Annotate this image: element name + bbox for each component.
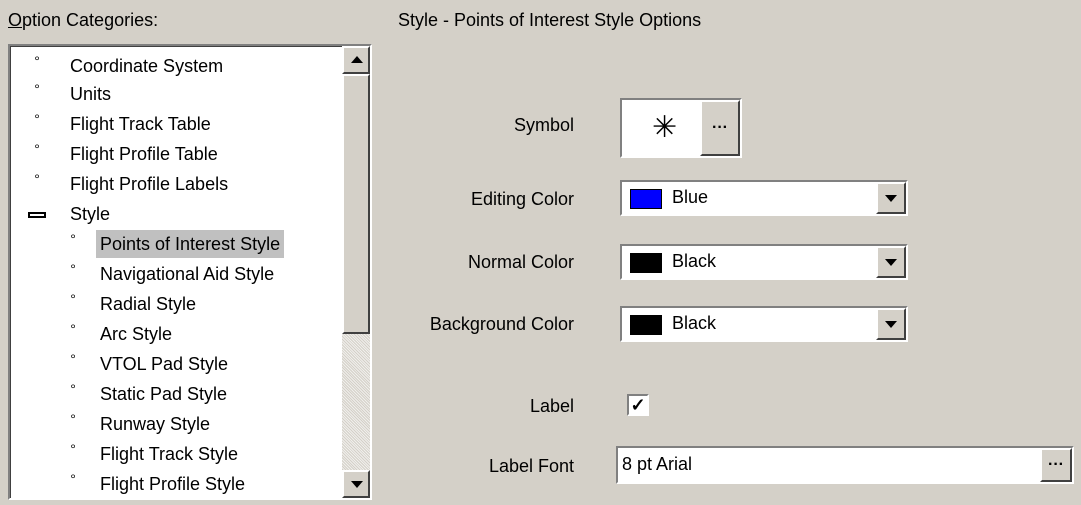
- bullet-icon: °: [34, 81, 40, 97]
- normal-color-value: Black: [672, 251, 717, 271]
- bullet-icon: °: [70, 291, 76, 307]
- symbol-picker[interactable]: ✳ ···: [620, 98, 742, 158]
- editing-color-label: Editing Color: [470, 189, 574, 209]
- font-browse-button[interactable]: ···: [1040, 448, 1072, 482]
- label-font-field[interactable]: 8 pt Arial ···: [616, 446, 1074, 484]
- asterisk-symbol-icon: ✳: [652, 111, 678, 144]
- arrow-up-icon: [351, 56, 363, 63]
- label-checkbox[interactable]: ✓: [627, 394, 649, 416]
- bullet-icon: °: [70, 441, 76, 457]
- bullet-icon: °: [70, 261, 76, 277]
- symbol-label: Symbol: [513, 115, 574, 135]
- category-tree[interactable]: ° Coordinate System ° Units ° Flight Tra…: [8, 44, 372, 500]
- panel-title: Style - Points of Interest Style Options: [398, 10, 702, 30]
- bullet-icon: °: [70, 321, 76, 337]
- label-label: Label: [529, 396, 574, 416]
- label-font-value: 8 pt Arial: [622, 454, 693, 474]
- color-swatch: [630, 189, 662, 209]
- dropdown-button[interactable]: [876, 246, 906, 278]
- chevron-down-icon: [885, 321, 897, 328]
- editing-color-select[interactable]: Blue: [620, 180, 908, 216]
- chevron-down-icon: [885, 259, 897, 266]
- color-swatch: [630, 253, 662, 273]
- tree-scrollbar[interactable]: [342, 46, 370, 498]
- dropdown-button[interactable]: [876, 308, 906, 340]
- option-categories-label: Option Categories:: [8, 10, 159, 30]
- normal-color-label: Normal Color: [467, 252, 574, 272]
- editing-color-value: Blue: [672, 187, 709, 207]
- background-color-label: Background Color: [429, 314, 574, 334]
- background-color-value: Black: [672, 313, 717, 333]
- dropdown-button[interactable]: [876, 182, 906, 214]
- normal-color-select[interactable]: Black: [620, 244, 908, 280]
- bullet-icon: °: [70, 381, 76, 397]
- bullet-icon: °: [34, 171, 40, 187]
- bullet-icon: °: [34, 141, 40, 157]
- scroll-up-button[interactable]: [342, 46, 370, 74]
- bullet-icon: °: [34, 53, 40, 69]
- color-swatch: [630, 315, 662, 335]
- symbol-browse-button[interactable]: ···: [700, 100, 740, 156]
- bullet-icon: °: [70, 231, 76, 247]
- arrow-down-icon: [351, 481, 363, 488]
- bullet-icon: °: [70, 351, 76, 367]
- background-color-select[interactable]: Black: [620, 306, 908, 342]
- bullet-icon: °: [70, 411, 76, 427]
- label-font-label: Label Font: [488, 456, 574, 476]
- collapse-icon[interactable]: [28, 212, 46, 218]
- bullet-icon: °: [34, 111, 40, 127]
- scroll-thumb[interactable]: [342, 74, 370, 334]
- chevron-down-icon: [885, 195, 897, 202]
- scroll-down-button[interactable]: [342, 470, 370, 498]
- bullet-icon: °: [70, 471, 76, 487]
